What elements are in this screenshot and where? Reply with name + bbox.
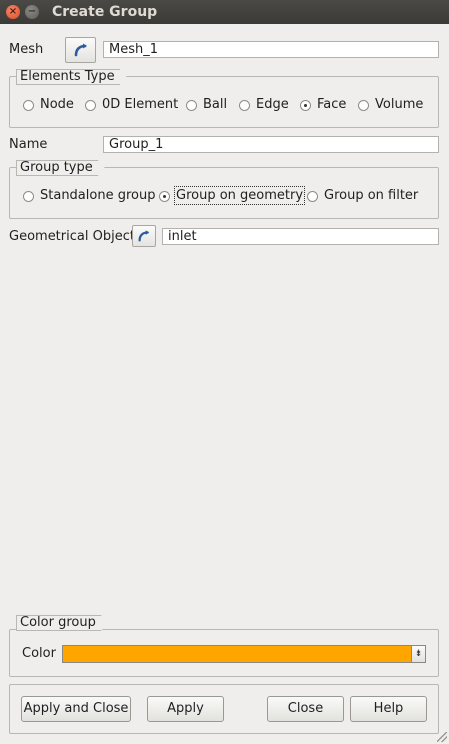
radio-face-label: Face (317, 97, 347, 112)
radio-face[interactable] (300, 100, 311, 111)
mesh-field[interactable]: Mesh_1 (103, 41, 439, 58)
resize-grip[interactable] (437, 732, 447, 742)
radio-node-label: Node (40, 97, 74, 112)
radio-standalone-group[interactable] (23, 191, 34, 202)
radio-group-on-filter[interactable] (307, 191, 318, 202)
radio-edge-label: Edge (256, 97, 289, 112)
color-picker-button[interactable] (62, 645, 412, 663)
radio-ball-label: Ball (203, 97, 228, 112)
window-title: Create Group (52, 4, 158, 20)
radio-volume-label: Volume (375, 97, 424, 112)
radio-node[interactable] (23, 100, 34, 111)
apply-label: Apply (167, 701, 204, 716)
mesh-label: Mesh (9, 42, 44, 57)
curve-arrow-icon (138, 230, 150, 242)
group-type-title: Group type (16, 160, 105, 176)
window-close-button[interactable]: × (6, 5, 20, 19)
radio-group-on-filter-label: Group on filter (324, 188, 419, 203)
geometrical-object-label: Geometrical Object (9, 229, 135, 244)
help-button[interactable]: Help (350, 696, 427, 722)
apply-and-close-label: Apply and Close (23, 701, 129, 716)
color-group-title: Color group (16, 615, 108, 631)
name-label: Name (9, 137, 48, 152)
apply-and-close-button[interactable]: Apply and Close (21, 696, 131, 722)
radio-0d-element-label: 0D Element (102, 97, 179, 112)
color-dropdown-arrow[interactable]: ⇟ (412, 645, 426, 663)
geometrical-object-field[interactable]: inlet (162, 228, 439, 245)
title-bar: × − Create Group (0, 0, 449, 24)
radio-edge[interactable] (239, 100, 250, 111)
name-field[interactable]: Group_1 (103, 136, 439, 153)
geometry-select-button[interactable] (132, 225, 156, 247)
radio-group-on-geometry[interactable] (159, 191, 170, 202)
mesh-select-button[interactable] (65, 37, 96, 63)
elements-type-title: Elements Type (16, 69, 127, 85)
radio-standalone-group-label: Standalone group (40, 188, 156, 203)
close-button[interactable]: Close (267, 696, 344, 722)
radio-ball[interactable] (186, 100, 197, 111)
window-minimize-button[interactable]: − (25, 5, 39, 19)
color-label: Color (22, 646, 56, 661)
close-label: Close (287, 701, 324, 716)
radio-0d-element[interactable] (85, 100, 96, 111)
curve-arrow-icon (74, 43, 87, 57)
apply-button[interactable]: Apply (147, 696, 224, 722)
radio-volume[interactable] (358, 100, 369, 111)
help-label: Help (373, 701, 404, 716)
radio-group-on-geometry-label: Group on geometry (173, 186, 306, 205)
